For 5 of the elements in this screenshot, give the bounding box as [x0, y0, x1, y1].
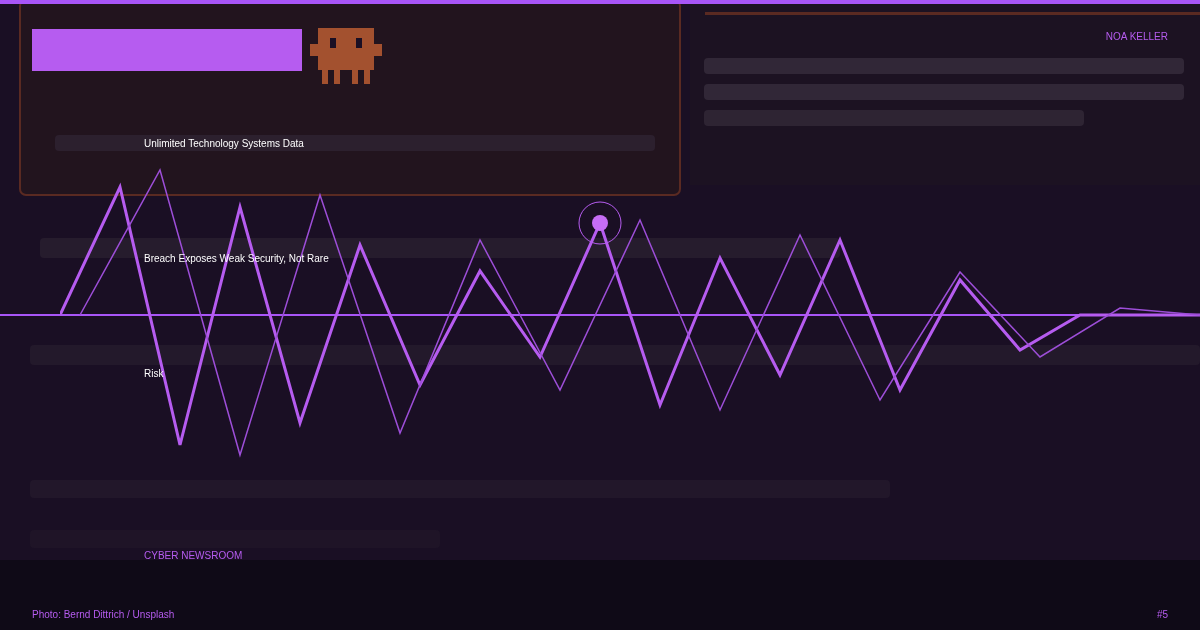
photo-credit: Photo: Bernd Dittrich / Unsplash [32, 608, 175, 622]
issue-number: #5 [1156, 608, 1168, 622]
brand-name: CYBER NEWSROOM [144, 549, 243, 563]
tagline: Unlimited Technology Systems Data [144, 137, 304, 151]
author-name: NOA KELLER [1105, 30, 1168, 44]
